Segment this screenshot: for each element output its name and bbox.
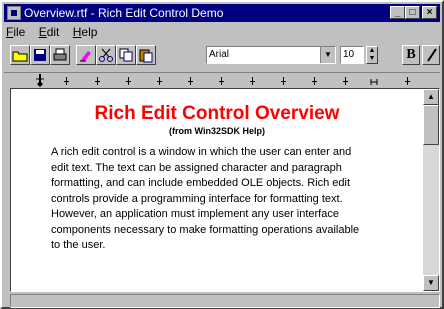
print-button[interactable] [50, 45, 70, 65]
status-bar [10, 294, 440, 308]
italic-button[interactable] [422, 45, 440, 65]
font-name-select[interactable]: Arial ▼ [206, 46, 336, 64]
document-area[interactable]: Rich Edit Control Overview (from Win32SD… [10, 88, 440, 292]
paste-button[interactable] [136, 45, 156, 65]
close-button[interactable]: × [422, 6, 437, 19]
ruler-tick [281, 77, 286, 85]
ruler-tick [219, 77, 224, 85]
font-size-input[interactable]: 10 [340, 46, 364, 64]
ruler[interactable] [4, 72, 440, 89]
scroll-thumb[interactable] [423, 105, 439, 145]
ruler-tick [250, 77, 255, 85]
font-name-value: Arial [209, 49, 230, 60]
ruler-tick [157, 77, 162, 85]
save-icon [34, 49, 46, 61]
document-body: A rich edit control is a window in which… [51, 146, 360, 251]
document-subtitle: (from Win32SDK Help) [169, 126, 265, 136]
right-indent-marker-icon[interactable] [369, 77, 379, 87]
menu-help[interactable]: Help [73, 25, 98, 39]
app-icon[interactable] [7, 6, 21, 20]
chevron-down-icon[interactable]: ▼ [320, 47, 335, 63]
ruler-tick [126, 77, 131, 85]
ruler-tick [343, 77, 348, 85]
font-size-spinner[interactable]: ▲ ▼ [366, 46, 378, 64]
italic-icon [427, 48, 437, 62]
cut-button[interactable] [96, 45, 116, 65]
paste-icon [139, 49, 153, 63]
print-icon [53, 48, 67, 61]
ruler-tick [188, 77, 193, 85]
ruler-tick [312, 77, 317, 85]
menu-edit[interactable]: Edit [39, 25, 60, 39]
maximize-button[interactable]: □ [405, 6, 420, 19]
title-bar[interactable]: Overview.rtf - Rich Edit Control Demo _ … [4, 4, 440, 22]
highlighter-button[interactable] [76, 45, 96, 65]
open-button[interactable] [10, 45, 30, 65]
ruler-tick [64, 77, 69, 85]
ruler-tick [95, 77, 100, 85]
scroll-down-button[interactable]: ▼ [423, 275, 439, 291]
bold-button[interactable]: B [402, 45, 420, 65]
minimize-button[interactable]: _ [390, 6, 405, 19]
menu-file[interactable]: File [6, 25, 25, 39]
copy-button[interactable] [116, 45, 136, 65]
document-title: Rich Edit Control Overview [94, 103, 340, 124]
save-button[interactable] [30, 45, 50, 65]
window-title: Overview.rtf - Rich Edit Control Demo [24, 6, 224, 20]
copy-icon [119, 48, 133, 62]
ruler-tick [405, 77, 410, 85]
indent-marker-icon[interactable] [35, 74, 45, 88]
vertical-scrollbar[interactable]: ▲ ▼ [423, 89, 439, 291]
cut-icon [99, 48, 113, 62]
open-icon [12, 51, 28, 62]
app-window: Overview.rtf - Rich Edit Control Demo _ … [0, 0, 444, 309]
scroll-up-button[interactable]: ▲ [423, 89, 439, 105]
highlighter-icon [80, 51, 91, 62]
menu-bar: File Edit Help [6, 25, 107, 41]
toolbar: Arial ▼ 10 ▲ ▼ B [4, 43, 440, 69]
